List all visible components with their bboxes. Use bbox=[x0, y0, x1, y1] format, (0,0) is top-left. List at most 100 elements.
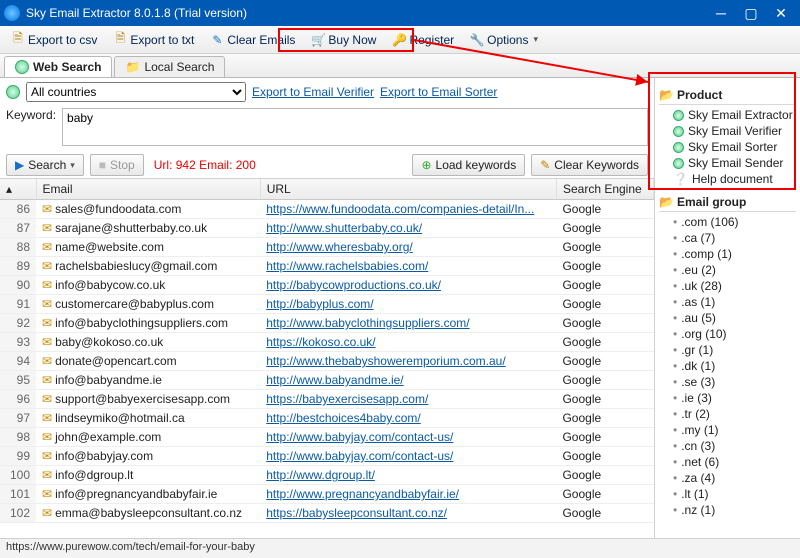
result-url-link[interactable]: http://www.babyjay.com/contact-us/ bbox=[266, 449, 453, 463]
col-engine[interactable]: Search Engine bbox=[556, 179, 653, 200]
result-url-link[interactable]: http://www.rachelsbabies.com/ bbox=[266, 259, 428, 273]
result-url-link[interactable]: https://babyexercisesapp.com/ bbox=[266, 392, 428, 406]
result-url-link[interactable]: http://www.babyclothingsuppliers.com/ bbox=[266, 316, 469, 330]
country-select[interactable]: All countries bbox=[26, 82, 246, 102]
close-button[interactable]: ✕ bbox=[766, 1, 796, 25]
result-url-link[interactable]: http://www.babyandme.ie/ bbox=[266, 373, 403, 387]
mail-icon: ✉ bbox=[42, 240, 52, 254]
table-row[interactable]: 99 ✉info@babyjay.com http://www.babyjay.… bbox=[0, 447, 654, 466]
email-group-item[interactable]: •.cn (3) bbox=[673, 438, 796, 454]
email-group-item[interactable]: •.se (3) bbox=[673, 374, 796, 390]
clear-emails-button[interactable]: ✎Clear Emails bbox=[203, 30, 302, 50]
product-header[interactable]: 📂Product bbox=[659, 86, 796, 105]
register-button[interactable]: 🔑Register bbox=[385, 30, 461, 50]
load-keywords-label: Load keywords bbox=[436, 158, 517, 172]
product-item[interactable]: ❔Help document bbox=[673, 171, 796, 187]
row-number: 96 bbox=[0, 390, 36, 409]
email-group-item[interactable]: •.my (1) bbox=[673, 422, 796, 438]
dot-icon: • bbox=[673, 295, 677, 309]
table-row[interactable]: 94 ✉donate@opencart.com http://www.theba… bbox=[0, 352, 654, 371]
result-url-link[interactable]: http://www.wheresbaby.org/ bbox=[266, 240, 413, 254]
email-group-item[interactable]: •.gr (1) bbox=[673, 342, 796, 358]
export-txt-button[interactable]: 🗎Export to txt bbox=[106, 30, 201, 50]
result-url-link[interactable]: http://babyplus.com/ bbox=[266, 297, 373, 311]
result-url-link[interactable]: https://www.fundoodata.com/companies-det… bbox=[266, 202, 534, 216]
row-number: 99 bbox=[0, 447, 36, 466]
tab-web-search[interactable]: Web Search bbox=[4, 56, 112, 77]
table-row[interactable]: 97 ✉lindseymiko@hotmail.ca http://bestch… bbox=[0, 409, 654, 428]
result-url-link[interactable]: http://babycowproductions.co.uk/ bbox=[266, 278, 441, 292]
dot-icon: • bbox=[673, 423, 677, 437]
product-item[interactable]: Sky Email Sorter bbox=[673, 139, 796, 155]
export-verifier-link[interactable]: Export to Email Verifier bbox=[252, 85, 374, 99]
cell-email: ✉sales@fundoodata.com bbox=[36, 200, 260, 219]
col-email[interactable]: Email bbox=[36, 179, 260, 200]
options-button[interactable]: 🔧Options▾ bbox=[463, 30, 545, 50]
stop-button[interactable]: ■Stop bbox=[90, 154, 144, 176]
email-group-item[interactable]: •.za (4) bbox=[673, 470, 796, 486]
table-row[interactable]: 101 ✉info@pregnancyandbabyfair.ie http:/… bbox=[0, 485, 654, 504]
table-row[interactable]: 96 ✉support@babyexercisesapp.com https:/… bbox=[0, 390, 654, 409]
cell-engine: Google bbox=[556, 352, 653, 371]
email-group-item[interactable]: •.nz (1) bbox=[673, 502, 796, 518]
email-group-item[interactable]: •.comp (1) bbox=[673, 246, 796, 262]
table-row[interactable]: 90 ✉info@babycow.co.uk http://babycowpro… bbox=[0, 276, 654, 295]
minimize-button[interactable]: ─ bbox=[706, 1, 736, 25]
email-group-item[interactable]: •.ie (3) bbox=[673, 390, 796, 406]
table-row[interactable]: 89 ✉rachelsbabieslucy@gmail.com http://w… bbox=[0, 257, 654, 276]
email-group-item[interactable]: •.tr (2) bbox=[673, 406, 796, 422]
clear-keywords-button[interactable]: ✎Clear Keywords bbox=[531, 154, 648, 176]
result-url-link[interactable]: http://www.pregnancyandbabyfair.ie/ bbox=[266, 487, 459, 501]
table-row[interactable]: 93 ✉baby@kokoso.co.uk https://kokoso.co.… bbox=[0, 333, 654, 352]
email-group-item[interactable]: •.net (6) bbox=[673, 454, 796, 470]
export-sorter-link[interactable]: Export to Email Sorter bbox=[380, 85, 497, 99]
tab-local-search[interactable]: 📁Local Search bbox=[114, 56, 225, 77]
product-item[interactable]: Sky Email Sender bbox=[673, 155, 796, 171]
table-row[interactable]: 95 ✉info@babyandme.ie http://www.babyand… bbox=[0, 371, 654, 390]
main-toolbar: 🗎Export to csv 🗎Export to txt ✎Clear Ema… bbox=[0, 26, 800, 54]
load-keywords-button[interactable]: ⊕Load keywords bbox=[412, 154, 525, 176]
email-group-item[interactable]: •.ca (7) bbox=[673, 230, 796, 246]
table-row[interactable]: 86 ✉sales@fundoodata.com https://www.fun… bbox=[0, 200, 654, 219]
result-url-link[interactable]: http://www.dgroup.lt/ bbox=[266, 468, 375, 482]
email-group-item[interactable]: •.as (1) bbox=[673, 294, 796, 310]
export-csv-button[interactable]: 🗎Export to csv bbox=[4, 30, 104, 50]
email-group-item[interactable]: •.uk (28) bbox=[673, 278, 796, 294]
table-row[interactable]: 87 ✉sarajane@shutterbaby.co.uk http://ww… bbox=[0, 219, 654, 238]
key-icon: 🔑 bbox=[392, 33, 406, 47]
table-row[interactable]: 98 ✉john@example.com http://www.babyjay.… bbox=[0, 428, 654, 447]
product-item[interactable]: Sky Email Verifier bbox=[673, 123, 796, 139]
result-url-link[interactable]: http://www.thebabyshoweremporium.com.au/ bbox=[266, 354, 505, 368]
email-group-item[interactable]: •.lt (1) bbox=[673, 486, 796, 502]
dot-icon: • bbox=[673, 503, 677, 517]
maximize-button[interactable]: ▢ bbox=[736, 1, 766, 25]
email-group-item[interactable]: •.com (106) bbox=[673, 214, 796, 230]
email-group-item[interactable]: •.au (5) bbox=[673, 310, 796, 326]
email-group-item[interactable]: •.dk (1) bbox=[673, 358, 796, 374]
result-url-link[interactable]: https://kokoso.co.uk/ bbox=[266, 335, 375, 349]
result-url-link[interactable]: http://bestchoices4baby.com/ bbox=[266, 411, 421, 425]
wrench-icon: 🔧 bbox=[470, 33, 484, 47]
table-row[interactable]: 88 ✉name@website.com http://www.wheresba… bbox=[0, 238, 654, 257]
col-url[interactable]: URL bbox=[260, 179, 556, 200]
keyword-input[interactable] bbox=[62, 108, 648, 146]
buy-now-button[interactable]: 🛒Buy Now bbox=[304, 30, 383, 50]
table-row[interactable]: 92 ✉info@babyclothingsuppliers.com http:… bbox=[0, 314, 654, 333]
email-group-header[interactable]: 📂Email group bbox=[659, 193, 796, 212]
result-url-link[interactable]: http://www.shutterbaby.co.uk/ bbox=[266, 221, 422, 235]
result-url-link[interactable]: http://www.babyjay.com/contact-us/ bbox=[266, 430, 453, 444]
table-row[interactable]: 91 ✉customercare@babyplus.com http://bab… bbox=[0, 295, 654, 314]
table-row[interactable]: 100 ✉info@dgroup.lt http://www.dgroup.lt… bbox=[0, 466, 654, 485]
cell-email: ✉baby@kokoso.co.uk bbox=[36, 333, 260, 352]
col-rownum[interactable]: ▴ bbox=[0, 179, 36, 200]
mail-icon: ✉ bbox=[42, 468, 52, 482]
product-item[interactable]: Sky Email Extractor bbox=[673, 107, 796, 123]
result-url-link[interactable]: https://babysleepconsultant.co.nz/ bbox=[266, 506, 447, 520]
email-group-item[interactable]: •.org (10) bbox=[673, 326, 796, 342]
results-grid[interactable]: ▴ Email URL Search Engine 86 ✉sales@fund… bbox=[0, 178, 654, 538]
table-row[interactable]: 102 ✉emma@babysleepconsultant.co.nz http… bbox=[0, 504, 654, 523]
results-body: 86 ✉sales@fundoodata.com https://www.fun… bbox=[0, 200, 654, 523]
cell-url: http://www.babyandme.ie/ bbox=[260, 371, 556, 390]
search-button[interactable]: ▶Search▾ bbox=[6, 154, 84, 176]
email-group-item[interactable]: •.eu (2) bbox=[673, 262, 796, 278]
